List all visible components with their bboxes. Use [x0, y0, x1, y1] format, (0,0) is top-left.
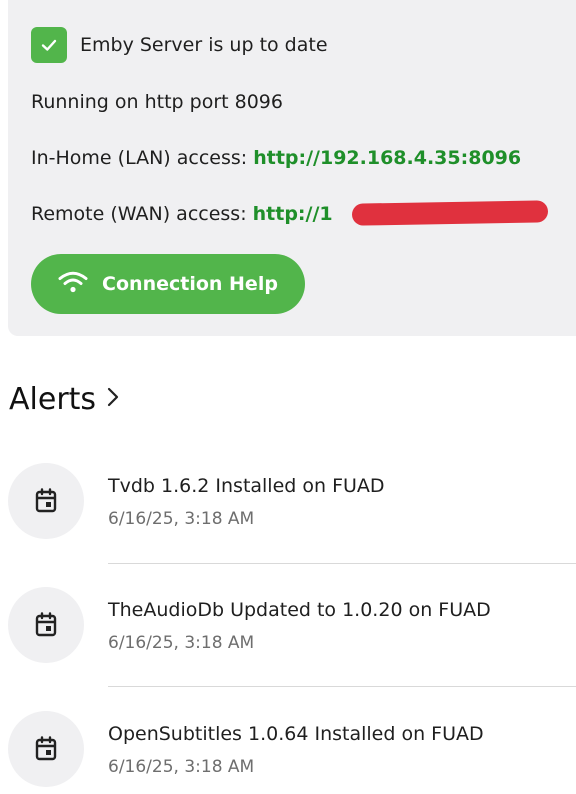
up-to-date-text: Emby Server is up to date	[80, 34, 328, 56]
calendar-icon	[8, 463, 84, 539]
redaction-mark	[351, 200, 549, 226]
running-port-text: Running on http port 8096	[31, 91, 283, 113]
alert-time: 6/16/25, 3:18 AM	[108, 633, 255, 653]
alert-title: Tvdb 1.6.2 Installed on FUAD	[108, 475, 385, 497]
wifi-icon	[58, 270, 88, 299]
wan-access-label: Remote (WAN) access:	[31, 203, 253, 225]
divider	[108, 686, 576, 687]
calendar-icon	[8, 711, 84, 787]
alert-item[interactable]: OpenSubtitles 1.0.64 Installed on FUAD 6…	[8, 711, 576, 787]
calendar-icon	[8, 587, 84, 663]
connection-help-button[interactable]: Connection Help	[31, 254, 305, 314]
divider	[108, 563, 576, 564]
chevron-right-icon	[106, 382, 120, 417]
alerts-heading-link[interactable]: Alerts	[9, 382, 120, 417]
alert-title: TheAudioDb Updated to 1.0.20 on FUAD	[108, 599, 491, 621]
alert-item[interactable]: Tvdb 1.6.2 Installed on FUAD 6/16/25, 3:…	[8, 463, 576, 539]
alert-time: 6/16/25, 3:18 AM	[108, 757, 255, 777]
lan-access-label: In-Home (LAN) access:	[31, 147, 254, 169]
wan-access-row: Remote (WAN) access: http://1	[31, 202, 333, 226]
alert-item[interactable]: TheAudioDb Updated to 1.0.20 on FUAD 6/1…	[8, 587, 576, 663]
alert-title: OpenSubtitles 1.0.64 Installed on FUAD	[108, 723, 484, 745]
wan-access-link[interactable]: http://1	[253, 203, 333, 225]
check-icon	[31, 27, 67, 63]
lan-access-link[interactable]: http://192.168.4.35:8096	[253, 147, 521, 169]
alert-time: 6/16/25, 3:18 AM	[108, 509, 255, 529]
lan-access-row: In-Home (LAN) access: http://192.168.4.3…	[31, 146, 521, 170]
connection-help-label: Connection Help	[102, 273, 278, 295]
alerts-heading: Alerts	[9, 382, 97, 417]
